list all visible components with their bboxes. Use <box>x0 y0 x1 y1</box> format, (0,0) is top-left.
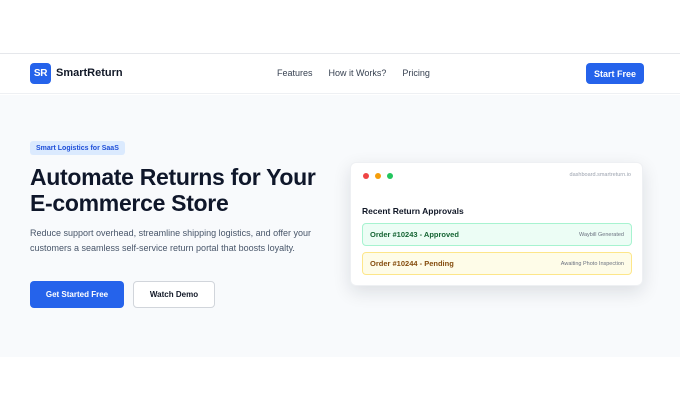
window-maximize-dot-icon <box>387 173 393 179</box>
preview-title: Recent Return Approvals <box>362 206 464 216</box>
nav-link-pricing[interactable]: Pricing <box>402 68 430 78</box>
hero-badge: Smart Logistics for SaaS <box>30 141 125 155</box>
logo-mark[interactable]: SR <box>30 63 51 84</box>
nav-links: Features How it Works? Pricing <box>277 68 446 78</box>
window-close-dot-icon <box>363 173 369 179</box>
return-row-title: Order #10243 - Approved <box>370 230 459 239</box>
navbar: SR SmartReturn Features How it Works? Pr… <box>0 54 680 94</box>
get-started-button[interactable]: Get Started Free <box>30 281 124 308</box>
return-row-status: Waybill Generated <box>578 231 624 238</box>
start-free-button[interactable]: Start Free <box>586 63 644 84</box>
return-row-approved: Order #10243 - Approved Waybill Generate… <box>362 223 632 246</box>
preview-url: dashboard.smartreturn.io <box>569 172 631 178</box>
return-row-title: Order #10244 - Pending <box>370 259 454 268</box>
return-row-status: Awaiting Photo Inspection <box>560 260 624 267</box>
nav-link-how-it-works[interactable]: How it Works? <box>329 68 387 78</box>
top-blank-area <box>0 0 680 54</box>
nav-link-features[interactable]: Features <box>277 68 313 78</box>
hero-section: Smart Logistics for SaaS Automate Return… <box>0 95 680 357</box>
brand-name[interactable]: SmartReturn <box>56 67 123 79</box>
hero-headline: Automate Returns for Your E-commerce Sto… <box>30 164 316 216</box>
watch-demo-button[interactable]: Watch Demo <box>133 281 215 308</box>
return-row-pending: Order #10244 - Pending Awaiting Photo In… <box>362 252 632 275</box>
hero-subheadline: Reduce support overhead, streamline ship… <box>30 228 311 253</box>
dashboard-preview-card: dashboard.smartreturn.io Recent Return A… <box>350 162 643 286</box>
window-minimize-dot-icon <box>375 173 381 179</box>
